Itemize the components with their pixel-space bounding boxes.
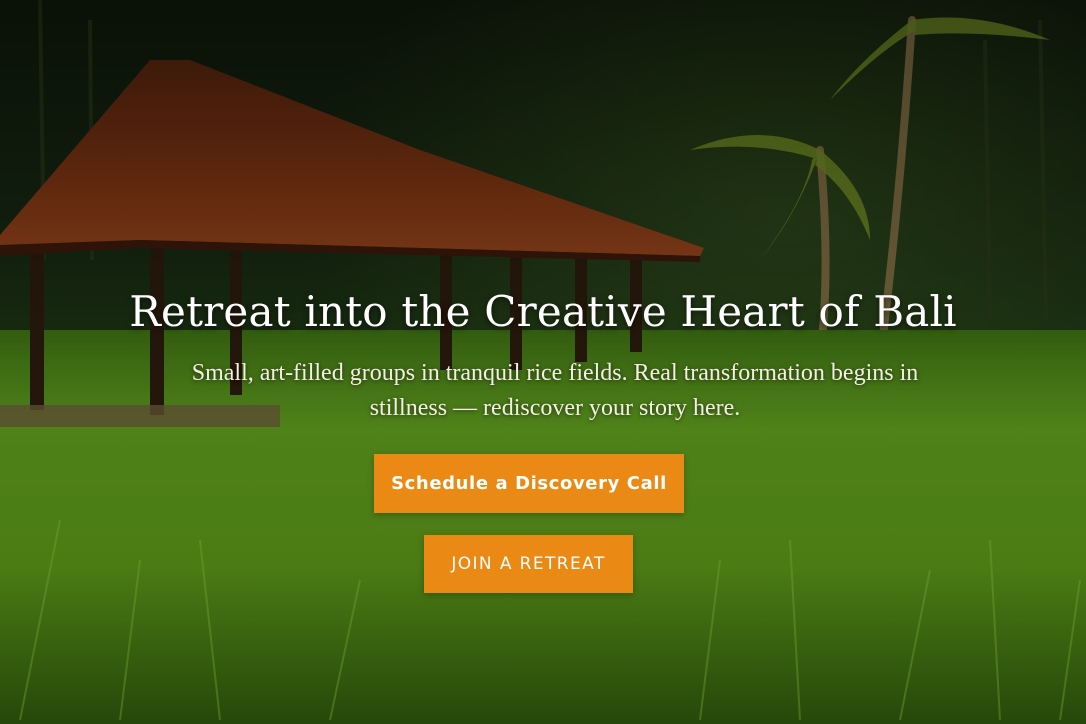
- hero-section: Retreat into the Creative Heart of Bali …: [0, 0, 1086, 724]
- hero-subtitle: Small, art-filled groups in tranquil ric…: [191, 360, 919, 421]
- hero-title: Retreat into the Creative Heart of Bali: [129, 287, 957, 336]
- schedule-discovery-call-button[interactable]: Schedule a Discovery Call: [374, 454, 684, 513]
- hero-content: Retreat into the Creative Heart of Bali …: [0, 0, 1086, 724]
- join-retreat-button[interactable]: JOIN A RETREAT: [424, 535, 633, 593]
